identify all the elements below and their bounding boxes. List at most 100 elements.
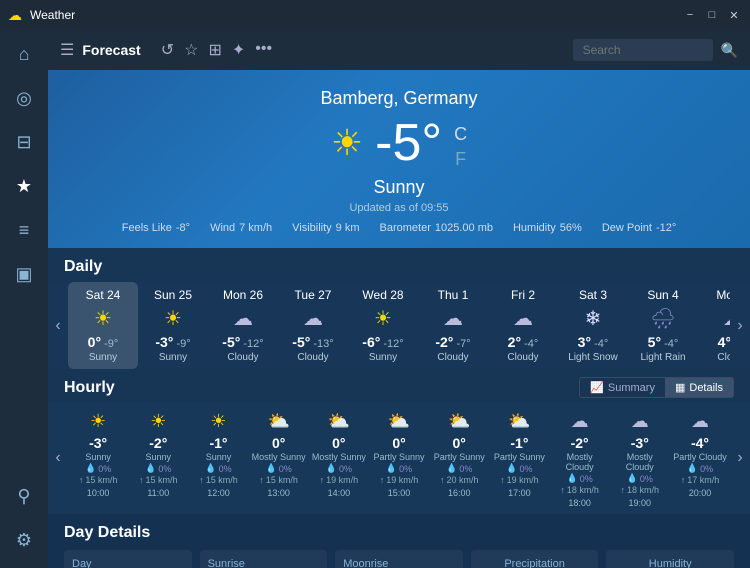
day-low: -4° bbox=[524, 338, 538, 350]
hour-wind: 19 km/h bbox=[386, 475, 418, 485]
hour-icon: ☁ bbox=[673, 411, 727, 432]
hour-condition: Sunny bbox=[191, 452, 245, 462]
main-content: ☰ Forecast ↺ ☆ ⊞ ✦ ••• 🔍 Bamberg, German… bbox=[48, 30, 750, 568]
minimize-button[interactable]: − bbox=[682, 7, 698, 23]
day-weather-icon: ☀ bbox=[142, 306, 204, 331]
day-name: Fri 2 bbox=[492, 288, 554, 302]
hour-temp: -1° bbox=[492, 435, 546, 451]
humidity-card-label: Humidity bbox=[649, 558, 692, 568]
day-card[interactable]: Sat 3 ❄ 3° -4° Light Snow bbox=[558, 282, 628, 369]
sidebar-item-home[interactable]: ⌂ bbox=[4, 34, 44, 74]
hourly-next-button[interactable]: › bbox=[730, 449, 750, 467]
hour-time: 11:00 bbox=[131, 488, 185, 498]
day-low: -4° bbox=[664, 338, 678, 350]
search-input[interactable] bbox=[573, 39, 713, 61]
more-icon[interactable]: ••• bbox=[255, 40, 272, 60]
day-high: -5° bbox=[292, 334, 310, 350]
temp-row: ☀ -5° C F bbox=[68, 113, 730, 173]
hourly-cards: ☀ -3° Sunny 💧 0% ↑ 15 km/h 10:00 ☀ -2° S… bbox=[68, 402, 730, 514]
day-weather-icon: ☀ bbox=[352, 306, 414, 331]
day-weather-icon: ☁ bbox=[492, 306, 554, 331]
hour-time: 16:00 bbox=[432, 488, 486, 498]
pin-icon[interactable]: ⊞ bbox=[208, 40, 221, 60]
day-card[interactable]: Thu 1 ☁ -2° -7° Cloudy bbox=[418, 282, 488, 369]
hour-card[interactable]: ⛅ 0° Mostly Sunny 💧 0% ↑ 15 km/h 13:00 bbox=[249, 402, 309, 514]
day-high: 3° bbox=[578, 334, 591, 350]
star-icon[interactable]: ☆ bbox=[184, 40, 198, 60]
hour-card[interactable]: ☀ -2° Sunny 💧 0% ↑ 15 km/h 11:00 bbox=[128, 402, 188, 514]
daily-scroll: ‹ Sat 24 ☀ 0° -9° Sunny Sun 25 ☀ -3° -9°… bbox=[48, 282, 750, 369]
sidebar-item-history[interactable]: ▣ bbox=[4, 254, 44, 294]
wind-arrow-icon: ↑ bbox=[560, 485, 565, 495]
hour-condition: Mostly Sunny bbox=[252, 452, 306, 462]
hour-card[interactable]: ⛅ -1° Partly Sunny 💧 0% ↑ 19 km/h 17:00 bbox=[489, 402, 549, 514]
sidebar: ⌂ ◎ ⊟ ★ ≡ ▣ ⚲ ⚙ bbox=[0, 30, 48, 568]
hour-card[interactable]: ☁ -4° Partly Cloudy 💧 0% ↑ 17 km/h 20:00 bbox=[670, 402, 730, 514]
daily-next-button[interactable]: › bbox=[730, 317, 750, 335]
maximize-button[interactable]: □ bbox=[704, 7, 720, 23]
hour-wind: 17 km/h bbox=[687, 475, 719, 485]
details-grid: Day Expect sunny skies. The high will be… bbox=[64, 550, 734, 568]
hour-card[interactable]: ⛅ 0° Mostly Sunny 💧 0% ↑ 19 km/h 14:00 bbox=[309, 402, 369, 514]
hour-precip: 0% bbox=[700, 464, 713, 474]
hour-icon: ☁ bbox=[553, 411, 607, 432]
day-high: 2° bbox=[508, 334, 521, 350]
search-button[interactable]: 🔍 bbox=[721, 42, 738, 59]
day-name: Thu 1 bbox=[422, 288, 484, 302]
sun-icon[interactable]: ✦ bbox=[232, 40, 245, 60]
wind-detail: Wind 7 km/h bbox=[210, 222, 272, 234]
sidebar-item-settings[interactable]: ⚙ bbox=[4, 520, 44, 560]
day-name: Sat 3 bbox=[562, 288, 624, 302]
hour-icon: ⛅ bbox=[252, 411, 306, 432]
day-name: Mon 26 bbox=[212, 288, 274, 302]
day-card[interactable]: Tue 27 ☁ -5° -13° Cloudy bbox=[278, 282, 348, 369]
day-weather-icon: ☁ bbox=[422, 306, 484, 331]
feels-like: Feels Like -8° bbox=[122, 222, 190, 234]
hour-card[interactable]: ☀ -3° Sunny 💧 0% ↑ 15 km/h 10:00 bbox=[68, 402, 128, 514]
hour-card[interactable]: ☁ -3° Mostly Cloudy 💧 0% ↑ 18 km/h 19:00 bbox=[610, 402, 670, 514]
day-card[interactable]: Fri 2 ☁ 2° -4° Cloudy bbox=[488, 282, 558, 369]
hour-icon: ⛅ bbox=[312, 411, 366, 432]
hero-details-row: Feels Like -8° Wind 7 km/h Visibility 9 … bbox=[68, 222, 730, 234]
precip-label: Precipitation bbox=[504, 558, 565, 568]
day-high: -3° bbox=[155, 334, 173, 350]
hour-icon: ⛅ bbox=[492, 411, 546, 432]
hour-precip: 0% bbox=[219, 464, 232, 474]
day-card[interactable]: Sun 25 ☀ -3° -9° Sunny bbox=[138, 282, 208, 369]
close-button[interactable]: ✕ bbox=[726, 7, 742, 23]
sidebar-item-news[interactable]: ≡ bbox=[4, 210, 44, 250]
hour-time: 19:00 bbox=[613, 498, 667, 508]
hour-temp: -2° bbox=[553, 435, 607, 451]
hour-precip: 0% bbox=[339, 464, 352, 474]
sidebar-item-map[interactable]: ⊟ bbox=[4, 122, 44, 162]
hour-icon: ☀ bbox=[71, 411, 125, 432]
hour-card[interactable]: ⛅ 0° Partly Sunny 💧 0% ↑ 20 km/h 16:00 bbox=[429, 402, 489, 514]
day-card[interactable]: Mon 5 ☁ 4° -4° Cloudy bbox=[698, 282, 730, 369]
summary-toggle[interactable]: 📈 Summary bbox=[580, 378, 665, 397]
hour-card[interactable]: ⛅ 0° Partly Sunny 💧 0% ↑ 19 km/h 15:00 bbox=[369, 402, 429, 514]
day-name: Mon 5 bbox=[702, 288, 730, 302]
sidebar-item-alert[interactable]: ⚲ bbox=[4, 476, 44, 516]
hour-precip: 0% bbox=[580, 474, 593, 484]
hourly-header: Hourly 📈 Summary ▦ Details bbox=[48, 369, 750, 402]
day-high: 5° bbox=[648, 334, 661, 350]
hourly-prev-button[interactable]: ‹ bbox=[48, 449, 68, 467]
hour-temp: 0° bbox=[432, 435, 486, 451]
sidebar-item-forecast[interactable]: ★ bbox=[4, 166, 44, 206]
hourly-scroll: ‹ ☀ -3° Sunny 💧 0% ↑ 15 km/h 10:00 ☀ -2°… bbox=[48, 402, 750, 514]
day-card[interactable]: Wed 28 ☀ -6° -12° Sunny bbox=[348, 282, 418, 369]
refresh-icon[interactable]: ↺ bbox=[161, 40, 174, 60]
sidebar-item-location[interactable]: ◎ bbox=[4, 78, 44, 118]
day-condition: Cloudy bbox=[702, 352, 730, 363]
day-weather-icon: 🌧 bbox=[632, 306, 694, 331]
daily-prev-button[interactable]: ‹ bbox=[48, 317, 68, 335]
day-card[interactable]: Sat 24 ☀ 0° -9° Sunny bbox=[68, 282, 138, 369]
menu-icon[interactable]: ☰ bbox=[60, 40, 74, 60]
details-toggle[interactable]: ▦ Details bbox=[665, 378, 733, 397]
day-card[interactable]: Sun 4 🌧 5° -4° Light Rain bbox=[628, 282, 698, 369]
hour-card[interactable]: ☀ -1° Sunny 💧 0% ↑ 15 km/h 12:00 bbox=[188, 402, 248, 514]
hour-card[interactable]: ☁ -2° Mostly Cloudy 💧 0% ↑ 18 km/h 18:00 bbox=[550, 402, 610, 514]
hourly-title: Hourly bbox=[64, 379, 115, 397]
day-card[interactable]: Mon 26 ☁ -5° -12° Cloudy bbox=[208, 282, 278, 369]
current-condition: Sunny bbox=[68, 177, 730, 198]
